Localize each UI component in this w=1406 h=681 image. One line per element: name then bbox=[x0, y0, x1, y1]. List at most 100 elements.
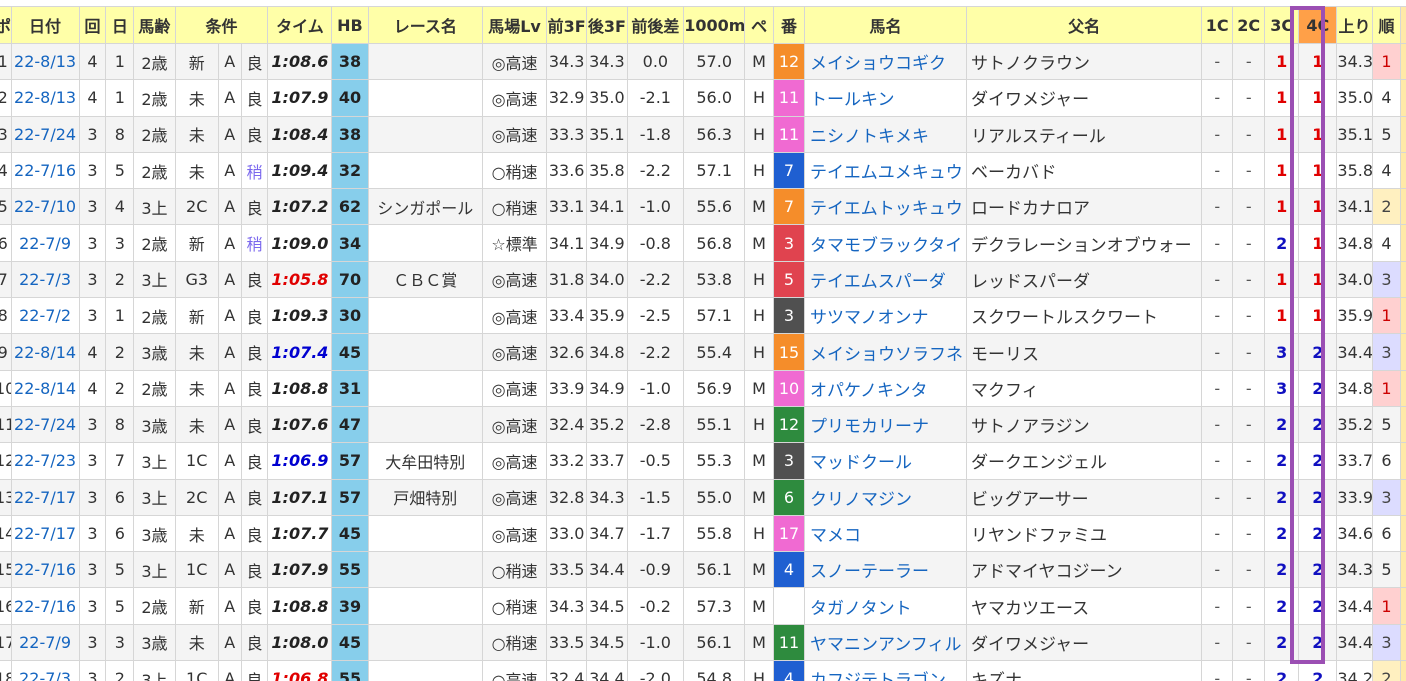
col-4c[interactable]: 4C bbox=[1298, 6, 1338, 44]
horse-name-link[interactable]: テイエムユメキュウ bbox=[803, 151, 967, 190]
col-diff[interactable]: 前後差 bbox=[626, 6, 685, 44]
horse-link[interactable]: テイエムユメキュウ bbox=[810, 163, 963, 183]
race-date-link[interactable]: 22-7/9 bbox=[10, 623, 80, 662]
date-link[interactable]: 22-7/24 bbox=[14, 125, 76, 144]
race-date-link[interactable]: 22-7/23 bbox=[10, 442, 80, 480]
horse-name-link[interactable]: オパケノキンタ bbox=[803, 369, 967, 407]
horse-link[interactable]: メイショウソラフネ bbox=[810, 345, 963, 365]
race-date-link[interactable]: 22-7/3 bbox=[10, 260, 80, 299]
horse-link[interactable]: ヤマニンアンフィル bbox=[810, 635, 961, 655]
horse-name-link[interactable]: タガノタント bbox=[803, 587, 967, 625]
horse-link[interactable]: サツマノオンナ bbox=[810, 308, 929, 328]
col-2c[interactable]: 2C bbox=[1232, 6, 1266, 44]
horse-name-link[interactable]: メイショウコギク bbox=[803, 42, 967, 81]
race-date-link[interactable]: 22-7/16 bbox=[10, 551, 80, 589]
col-no[interactable]: ポ bbox=[0, 6, 12, 44]
date-link[interactable]: 22-8/13 bbox=[14, 88, 76, 107]
col-nichi[interactable]: 日 bbox=[105, 6, 135, 44]
col-hb[interactable]: HB bbox=[331, 6, 369, 44]
race-date-link[interactable]: 22-8/14 bbox=[10, 369, 80, 407]
race-date-link[interactable]: 22-7/16 bbox=[10, 587, 80, 625]
horse-link[interactable]: カフジテトラゴン bbox=[810, 671, 946, 681]
horse-link[interactable]: プリモカリーナ bbox=[810, 417, 929, 437]
col-kai[interactable]: 回 bbox=[78, 6, 107, 44]
date-link[interactable]: 22-8/14 bbox=[14, 379, 76, 398]
horse-link[interactable]: テイエムスパーダ bbox=[810, 272, 946, 292]
horse-link[interactable]: テイエムトッキュウ bbox=[810, 199, 963, 219]
race-date-link[interactable]: 22-7/16 bbox=[10, 151, 80, 190]
horse-name-link[interactable]: スノーテーラー bbox=[803, 551, 967, 589]
date-link[interactable]: 22-7/23 bbox=[14, 451, 76, 470]
race-name-cell bbox=[367, 79, 484, 117]
col-3c[interactable]: 3C bbox=[1264, 6, 1300, 44]
race-date-link[interactable]: 22-8/13 bbox=[10, 42, 80, 81]
race-date-link[interactable]: 22-8/13 bbox=[10, 79, 80, 117]
horse-name-link[interactable]: メイショウソラフネ bbox=[803, 333, 967, 371]
race-date-link[interactable]: 22-7/3 bbox=[10, 660, 80, 681]
race-date-link[interactable]: 22-7/24 bbox=[10, 405, 80, 444]
race-date-link[interactable]: 22-7/9 bbox=[10, 224, 80, 262]
date-link[interactable]: 22-8/13 bbox=[14, 52, 76, 71]
horse-link[interactable]: メイショウコギク bbox=[810, 54, 946, 74]
horse-link[interactable]: クリノマジン bbox=[810, 490, 912, 510]
col-1c[interactable]: 1C bbox=[1201, 6, 1234, 44]
horse-name-link[interactable]: ニシノトキメキ bbox=[803, 115, 967, 153]
race-date-link[interactable]: 22-8/14 bbox=[10, 333, 80, 371]
horse-name-link[interactable]: マメコ bbox=[803, 514, 967, 553]
horse-link[interactable]: タガノタント bbox=[810, 599, 912, 619]
horse-name-link[interactable]: マッドクール bbox=[803, 442, 967, 480]
col-time[interactable]: タイム bbox=[267, 6, 333, 44]
horse-link[interactable]: トールキン bbox=[810, 90, 895, 110]
date-link[interactable]: 22-7/9 bbox=[19, 633, 71, 652]
date-link[interactable]: 22-7/24 bbox=[14, 415, 76, 434]
date-link[interactable]: 22-7/16 bbox=[14, 161, 76, 180]
horse-link[interactable]: タマモブラックタイ bbox=[810, 236, 962, 256]
horse-name-link[interactable]: カフジテトラゴン bbox=[803, 660, 967, 681]
date-link[interactable]: 22-8/14 bbox=[14, 343, 76, 362]
horse-link[interactable]: マッドクール bbox=[810, 453, 912, 473]
col-horse[interactable]: 馬名 bbox=[803, 6, 967, 44]
date-link[interactable]: 22-7/3 bbox=[19, 270, 71, 289]
col-rank[interactable]: 順 bbox=[1371, 6, 1402, 44]
race-name-cell bbox=[367, 224, 484, 262]
date-link[interactable]: 22-7/16 bbox=[14, 597, 76, 616]
race-date-link[interactable]: 22-7/17 bbox=[10, 478, 80, 516]
race-date-link[interactable]: 22-7/2 bbox=[10, 297, 80, 335]
race-date-link[interactable]: 22-7/17 bbox=[10, 514, 80, 553]
col-lv[interactable]: 馬場Lv bbox=[482, 6, 548, 44]
horse-name-link[interactable]: ヤマニンアンフィル bbox=[803, 623, 967, 662]
row-number: 11 bbox=[0, 405, 12, 444]
col-ban[interactable]: 番 bbox=[773, 6, 805, 44]
date-link[interactable]: 22-7/16 bbox=[14, 560, 76, 579]
horse-name-link[interactable]: トールキン bbox=[803, 79, 967, 117]
date-link[interactable]: 22-7/9 bbox=[19, 234, 71, 253]
date-link[interactable]: 22-7/10 bbox=[14, 197, 76, 216]
date-link[interactable]: 22-7/17 bbox=[14, 524, 76, 543]
horse-link[interactable]: ニシノトキメキ bbox=[810, 127, 929, 147]
date-link[interactable]: 22-7/3 bbox=[19, 669, 71, 681]
horse-link[interactable]: マメコ bbox=[810, 526, 861, 546]
col-cond[interactable]: 条件 bbox=[174, 6, 269, 44]
race-date-link[interactable]: 22-7/24 bbox=[10, 115, 80, 153]
col-race[interactable]: レース名 bbox=[367, 6, 484, 44]
col-age[interactable]: 馬齢 bbox=[133, 6, 176, 44]
col-agari[interactable]: 上り bbox=[1336, 6, 1373, 44]
col-sire[interactable]: 父名 bbox=[965, 6, 1203, 44]
horse-name-link[interactable]: サツマノオンナ bbox=[803, 297, 967, 335]
horse-link[interactable]: オパケノキンタ bbox=[810, 381, 927, 401]
horse-name-link[interactable]: クリノマジン bbox=[803, 478, 967, 516]
date-link[interactable]: 22-7/17 bbox=[14, 488, 76, 507]
col-pace[interactable]: ペ bbox=[744, 6, 775, 44]
horse-link[interactable]: スノーテーラー bbox=[810, 562, 929, 582]
col-f3[interactable]: 前3F bbox=[546, 6, 588, 44]
race-date-link[interactable]: 22-7/10 bbox=[10, 188, 80, 226]
col-1000m[interactable]: 1000m bbox=[683, 6, 746, 44]
time-cell: 1:06.8 bbox=[267, 660, 333, 681]
col-date[interactable]: 日付 bbox=[10, 6, 80, 44]
horse-name-link[interactable]: プリモカリーナ bbox=[803, 405, 967, 444]
date-link[interactable]: 22-7/2 bbox=[19, 306, 71, 325]
col-l3[interactable]: 後3F bbox=[586, 6, 628, 44]
horse-name-link[interactable]: テイエムトッキュウ bbox=[803, 188, 967, 226]
horse-name-link[interactable]: タマモブラックタイ bbox=[803, 224, 967, 262]
horse-name-link[interactable]: テイエムスパーダ bbox=[803, 260, 967, 299]
